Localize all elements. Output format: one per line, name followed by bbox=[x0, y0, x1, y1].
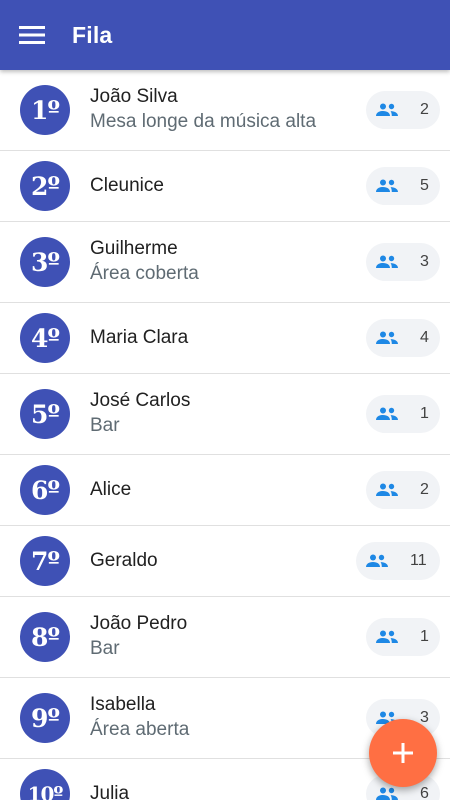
people-icon bbox=[376, 255, 398, 269]
party-size-chip: 2 bbox=[366, 91, 440, 129]
customer-name: Geraldo bbox=[90, 550, 158, 571]
people-icon bbox=[376, 331, 398, 345]
position-badge: 6º bbox=[20, 465, 70, 515]
people-icon bbox=[376, 630, 398, 644]
customer-note: Bar bbox=[90, 638, 120, 659]
people-icon bbox=[376, 179, 398, 193]
queue-item[interactable]: 8º João Pedro Bar 1 bbox=[0, 597, 450, 678]
party-size: 11 bbox=[410, 552, 427, 569]
customer-name: Maria Clara bbox=[90, 327, 189, 348]
customer-name: João Pedro bbox=[90, 613, 188, 634]
queue-item[interactable]: 7º Geraldo 11 bbox=[0, 526, 450, 597]
party-size-chip: 11 bbox=[356, 542, 440, 580]
customer-name: Cleunice bbox=[90, 175, 164, 196]
party-size: 4 bbox=[420, 329, 429, 346]
page-title: Fila bbox=[72, 21, 113, 48]
position-badge: 5º bbox=[20, 389, 70, 439]
party-size: 3 bbox=[420, 253, 429, 270]
queue-item[interactable]: 4º Maria Clara 4 bbox=[0, 303, 450, 374]
party-size-chip: 3 bbox=[366, 243, 440, 281]
customer-note: Área aberta bbox=[90, 719, 190, 740]
party-size-chip: 2 bbox=[366, 471, 440, 509]
customer-note: Bar bbox=[90, 415, 120, 436]
position-badge: 8º bbox=[20, 612, 70, 662]
party-size: 1 bbox=[420, 405, 429, 422]
customer-note: Área coberta bbox=[90, 263, 199, 284]
party-size: 2 bbox=[420, 481, 429, 498]
position-badge: 1º bbox=[20, 85, 70, 135]
party-size-chip: 4 bbox=[366, 319, 440, 357]
position-badge: 2º bbox=[20, 161, 70, 211]
people-icon bbox=[376, 407, 398, 421]
customer-name: José Carlos bbox=[90, 390, 191, 411]
customer-name: Alice bbox=[90, 479, 132, 500]
position-badge: 4º bbox=[20, 313, 70, 363]
position-badge: 10º bbox=[20, 769, 70, 800]
queue-item[interactable]: 1º João Silva Mesa longe da música alta … bbox=[0, 70, 450, 151]
customer-name: João Silva bbox=[90, 86, 178, 107]
party-size: 2 bbox=[420, 101, 429, 118]
people-icon bbox=[366, 554, 388, 568]
people-icon bbox=[376, 787, 398, 800]
party-size: 1 bbox=[420, 628, 429, 645]
party-size-chip: 1 bbox=[366, 618, 440, 656]
add-to-queue-button[interactable] bbox=[369, 719, 437, 787]
menu-icon bbox=[19, 25, 45, 45]
queue-item[interactable]: 2º Cleunice 5 bbox=[0, 151, 450, 222]
party-size: 6 bbox=[420, 785, 429, 800]
customer-note: Mesa longe da música alta bbox=[90, 111, 317, 132]
party-size-chip: 5 bbox=[366, 167, 440, 205]
queue-list: 1º João Silva Mesa longe da música alta … bbox=[0, 70, 450, 800]
position-badge: 9º bbox=[20, 693, 70, 743]
add-icon bbox=[391, 741, 415, 765]
position-badge: 3º bbox=[20, 237, 70, 287]
app-bar: Fila bbox=[0, 0, 450, 70]
party-size-chip: 1 bbox=[366, 395, 440, 433]
customer-name: Guilherme bbox=[90, 238, 178, 259]
queue-item[interactable]: 6º Alice 2 bbox=[0, 455, 450, 526]
people-icon bbox=[376, 483, 398, 497]
party-size: 5 bbox=[420, 177, 429, 194]
queue-item[interactable]: 3º Guilherme Área coberta 3 bbox=[0, 222, 450, 303]
customer-name: Isabella bbox=[90, 694, 156, 715]
customer-name: Julia bbox=[90, 783, 130, 800]
position-badge: 7º bbox=[20, 536, 70, 586]
menu-button[interactable] bbox=[0, 0, 64, 70]
queue-item[interactable]: 5º José Carlos Bar 1 bbox=[0, 374, 450, 455]
people-icon bbox=[376, 103, 398, 117]
